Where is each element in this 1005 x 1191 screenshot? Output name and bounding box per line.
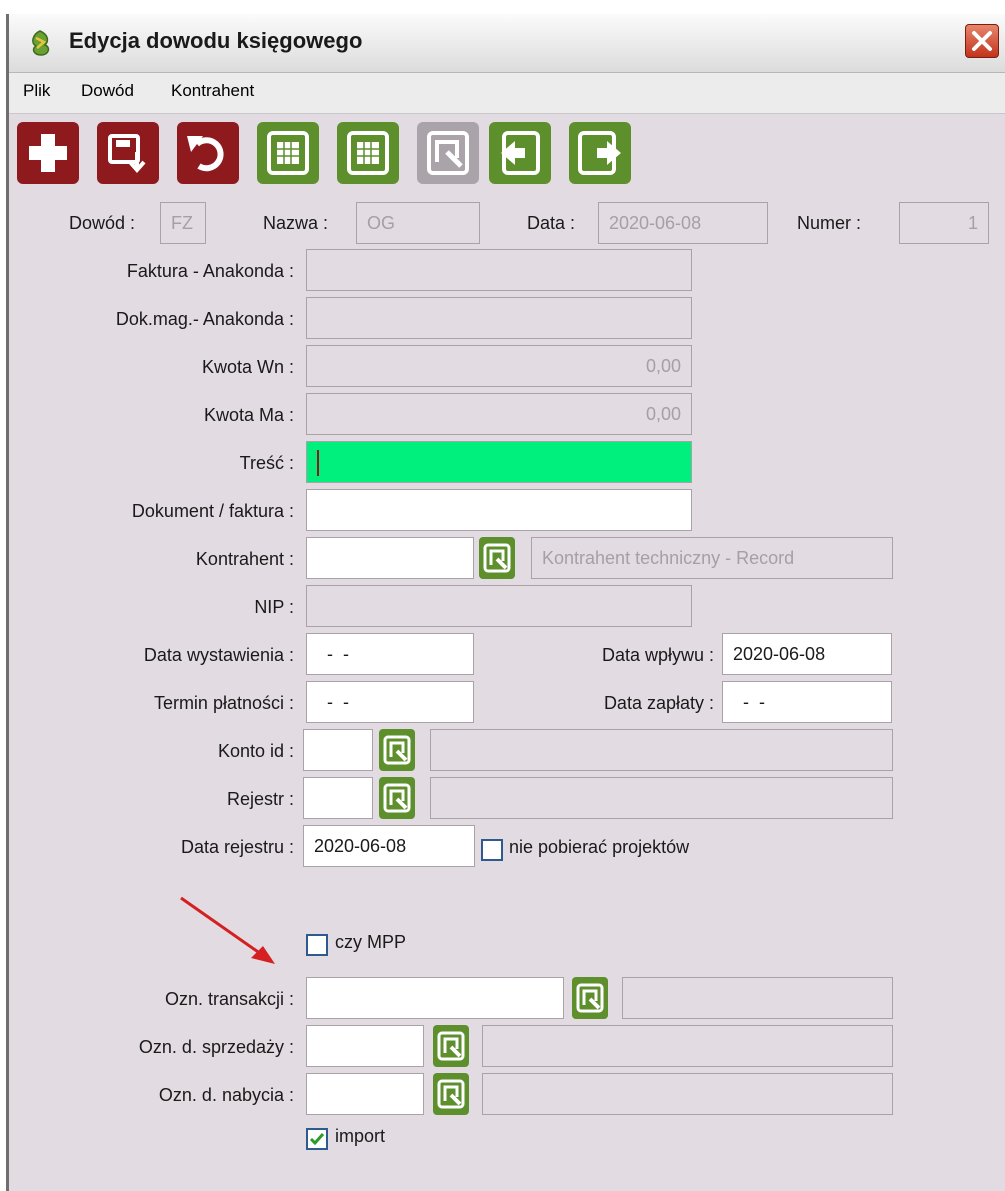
preview-button[interactable]: [417, 122, 479, 184]
kwota-ma-field[interactable]: 0,00: [306, 393, 692, 435]
export-icon: [578, 131, 621, 175]
import-icon: [501, 131, 540, 175]
window-title: Edycja dowodu księgowego: [69, 28, 363, 53]
nip-field[interactable]: [306, 585, 692, 627]
data-field[interactable]: 2020-06-08: [598, 202, 768, 244]
nazwa-label: Nazwa :: [263, 213, 329, 233]
menu-bar: Plik Dowód Kontrahent: [9, 73, 1005, 114]
search-icon: [576, 983, 604, 1013]
menu-dowod[interactable]: Dowód: [81, 81, 134, 101]
dokument-faktura-label: Dokument / faktura :: [131, 501, 294, 521]
checkmark-icon: [309, 1133, 325, 1146]
menu-kontrahent[interactable]: Kontrahent: [171, 81, 254, 101]
close-icon: [972, 31, 992, 51]
kwota-wn-field[interactable]: 0,00: [306, 345, 692, 387]
kontrahent-lookup-button[interactable]: [479, 537, 515, 579]
ozn-nabycia-label: Ozn. d. nabycia :: [158, 1085, 294, 1105]
dok-mag-field[interactable]: [306, 297, 692, 339]
konto-id-lookup-button[interactable]: [379, 729, 415, 771]
search-icon: [437, 1079, 465, 1109]
kontrahent-name-field: Kontrahent techniczny - Record: [531, 537, 893, 579]
search-icon: [483, 543, 511, 573]
ozn-sprzedazy-description: [482, 1025, 893, 1067]
kontrahent-label: Kontrahent :: [195, 549, 294, 569]
rejestr-field[interactable]: [303, 777, 373, 819]
nie-pobierac-label: nie pobierać projektów: [509, 837, 690, 857]
menu-plik[interactable]: Plik: [23, 81, 50, 101]
ozn-sprzedazy-field[interactable]: [306, 1025, 424, 1067]
search-icon: [437, 1031, 465, 1061]
data-rejestru-field[interactable]: 2020-06-08: [303, 825, 475, 867]
data-label: Data :: [527, 213, 576, 233]
data-wystawienia-field[interactable]: - -: [306, 633, 474, 675]
annotation-arrow-icon: [180, 896, 275, 964]
title-bar: Edycja dowodu księgowego: [9, 14, 1005, 73]
undo-button[interactable]: [177, 122, 239, 184]
dowod-field[interactable]: FZ: [160, 202, 206, 244]
ozn-sprzedazy-label: Ozn. d. sprzedaży :: [138, 1037, 294, 1057]
tresc-label: Treść :: [239, 453, 294, 473]
ozn-transakcji-lookup-button[interactable]: [572, 977, 608, 1019]
ozn-sprzedazy-lookup-button[interactable]: [433, 1025, 469, 1067]
ozn-nabycia-description: [482, 1073, 893, 1115]
search-icon: [383, 783, 411, 813]
ozn-nabycia-lookup-button[interactable]: [433, 1073, 469, 1115]
nazwa-field[interactable]: OG: [356, 202, 480, 244]
ozn-transakcji-description: [622, 977, 893, 1019]
nip-label: NIP :: [254, 597, 294, 617]
czy-mpp-checkbox[interactable]: [306, 934, 328, 956]
import-label: import: [335, 1126, 386, 1146]
text-cursor: [317, 450, 319, 476]
dok-mag-label: Dok.mag.- Anakonda :: [115, 309, 294, 329]
termin-platnosci-field[interactable]: - -: [306, 681, 474, 723]
save-icon: [108, 134, 146, 174]
ozn-transakcji-label: Ozn. transakcji :: [164, 989, 294, 1009]
calculator-icon: [347, 131, 389, 175]
konto-id-field[interactable]: [303, 729, 373, 771]
edit-document-window: Edycja dowodu księgowego Plik Dowód Kont…: [6, 14, 1005, 1191]
plus-icon: [29, 134, 67, 172]
calculator-button-1[interactable]: [257, 122, 319, 184]
app-logo-icon: [32, 30, 50, 56]
czy-mpp-label: czy MPP: [335, 932, 407, 952]
close-button[interactable]: [965, 24, 999, 58]
search-icon: [383, 735, 411, 765]
nie-pobierac-checkbox[interactable]: [481, 839, 503, 861]
tresc-field[interactable]: [306, 441, 692, 483]
numer-label: Numer :: [797, 213, 862, 233]
import-checkbox[interactable]: [306, 1128, 328, 1150]
import-button[interactable]: [489, 122, 551, 184]
calculator-button-2[interactable]: [337, 122, 399, 184]
export-button[interactable]: [569, 122, 631, 184]
add-button[interactable]: [17, 122, 79, 184]
undo-icon: [187, 136, 224, 172]
calculator-icon: [267, 131, 309, 175]
search-icon: [427, 131, 469, 175]
data-wplywu-field[interactable]: 2020-06-08: [722, 633, 892, 675]
data-zaplaty-label: Data zapłaty :: [603, 693, 714, 713]
data-rejestru-label: Data rejestru :: [180, 837, 294, 857]
kwota-ma-label: Kwota Ma :: [203, 405, 294, 425]
rejestr-label: Rejestr :: [226, 789, 294, 809]
ozn-nabycia-field[interactable]: [306, 1073, 424, 1115]
save-button[interactable]: [97, 122, 159, 184]
kwota-wn-label: Kwota Wn :: [201, 357, 294, 377]
ozn-transakcji-field[interactable]: [306, 977, 564, 1019]
dowod-label: Dowód :: [69, 213, 136, 233]
dokument-faktura-field[interactable]: [306, 489, 692, 531]
rejestr-lookup-button[interactable]: [379, 777, 415, 819]
data-wplywu-label: Data wpływu :: [601, 645, 714, 665]
rejestr-description: [430, 777, 893, 819]
data-wystawienia-label: Data wystawienia :: [143, 645, 294, 665]
konto-id-description: [430, 729, 893, 771]
faktura-anakonda-field[interactable]: [306, 249, 692, 291]
faktura-anakonda-label: Faktura - Anakonda :: [126, 261, 294, 281]
data-zaplaty-field[interactable]: - -: [722, 681, 892, 723]
termin-platnosci-label: Termin płatności :: [153, 693, 294, 713]
kontrahent-field[interactable]: [306, 537, 474, 579]
konto-id-label: Konto id :: [217, 741, 294, 761]
numer-field[interactable]: 1: [899, 202, 989, 244]
